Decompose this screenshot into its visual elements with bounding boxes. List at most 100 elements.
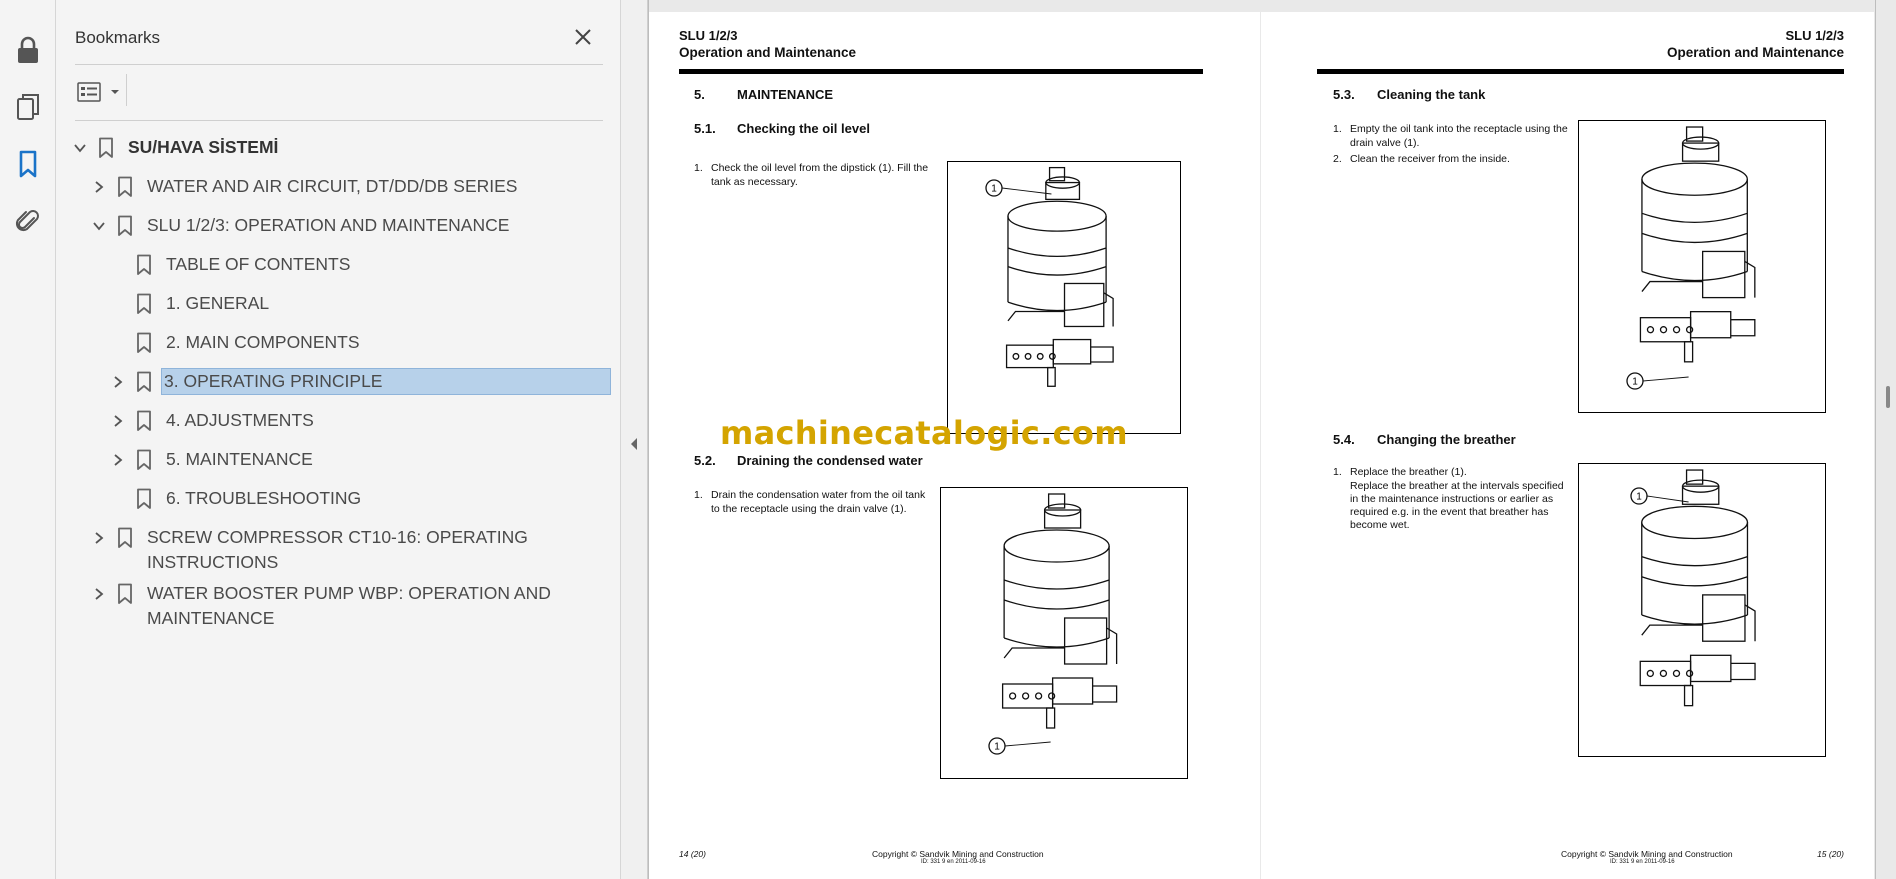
- close-icon[interactable]: [572, 26, 594, 48]
- subsection-title: Cleaning the tank: [1377, 87, 1486, 102]
- bookmark-label-line: 1. GENERAL: [166, 293, 270, 313]
- chevron-right-icon[interactable]: [108, 372, 128, 392]
- page-border: [1875, 0, 1876, 879]
- chevron-down-icon[interactable]: [70, 138, 90, 158]
- page-header-title: SLU 1/2/3: [1785, 28, 1844, 43]
- bookmark-label-line: WATER AND AIR CIRCUIT, DT/DD/DB SERIES: [147, 176, 518, 196]
- lock-icon[interactable]: [10, 32, 46, 68]
- chevron-placeholder: [108, 489, 128, 509]
- bookmark-icon: [136, 488, 152, 510]
- chevron-right-icon[interactable]: [108, 450, 128, 470]
- bookmark-label-line: TABLE OF CONTENTS: [166, 254, 351, 274]
- chevron-down-icon[interactable]: [89, 216, 109, 236]
- step-text: to the receptacle using the drain valve …: [711, 503, 907, 515]
- step-text: Replace the breather at the intervals sp…: [1350, 480, 1564, 492]
- bookmark-item[interactable]: 5. MAINTENANCE: [108, 443, 315, 477]
- bookmark-item[interactable]: 3. OPERATING PRINCIPLE: [108, 365, 611, 399]
- bookmark-label[interactable]: SU/HAVA SİSTEMİ: [126, 135, 280, 160]
- bookmark-item[interactable]: SU/HAVA SİSTEMİ: [70, 131, 280, 165]
- footer-copyright: Copyright © Sandvik Mining and Construct…: [872, 849, 1044, 859]
- pages-icon[interactable]: [10, 89, 46, 125]
- bookmark-label[interactable]: SLU 1/2/3: OPERATION AND MAINTENANCE: [145, 213, 511, 238]
- options-button[interactable]: [77, 80, 123, 104]
- options-list-icon: [77, 82, 101, 102]
- chevron-right-icon[interactable]: [89, 177, 109, 197]
- bookmark-label-line: SU/HAVA SİSTEMİ: [128, 137, 279, 157]
- callout-label: 1: [1632, 377, 1638, 388]
- bookmark-icon: [136, 293, 152, 315]
- scrollbar-thumb[interactable]: [1886, 386, 1890, 408]
- bookmark-item[interactable]: 6. TROUBLESHOOTING: [108, 482, 363, 516]
- bookmark-label-line: SCREW COMPRESSOR CT10-16: OPERATING: [147, 527, 528, 547]
- figure-cleaning-tank: 1: [1578, 120, 1826, 413]
- bookmark-item[interactable]: 2. MAIN COMPONENTS: [108, 326, 362, 360]
- bookmark-icon: [117, 215, 133, 237]
- step-text: become wet.: [1350, 519, 1410, 531]
- figure-oil-tank: 1: [947, 161, 1181, 434]
- bookmark-label[interactable]: 3. OPERATING PRINCIPLE: [161, 368, 611, 395]
- bookmark-icon[interactable]: [10, 146, 46, 182]
- step-number: 1.: [1333, 123, 1342, 135]
- step-text: in the maintenance instructions or earli…: [1350, 493, 1554, 505]
- bookmark-label-line: SLU 1/2/3: OPERATION AND MAINTENANCE: [147, 215, 510, 235]
- step-number: 1.: [694, 489, 703, 501]
- attachment-icon[interactable]: [10, 203, 46, 239]
- page-number: 14 (20): [679, 849, 706, 859]
- figure-breather: 1: [1578, 463, 1826, 757]
- panel-title: Bookmarks: [75, 28, 161, 47]
- chevron-placeholder: [108, 294, 128, 314]
- subsection-number: 5.3.: [1333, 87, 1355, 102]
- footer-id: ID: 331 9 en 2011-09-16: [1610, 859, 1675, 865]
- chevron-right-icon[interactable]: [89, 584, 109, 604]
- bookmark-label[interactable]: 5. MAINTENANCE: [164, 447, 315, 472]
- divider: [75, 64, 603, 65]
- bookmark-item[interactable]: WATER AND AIR CIRCUIT, DT/DD/DB SERIES: [89, 170, 519, 204]
- bookmark-label[interactable]: SCREW COMPRESSOR CT10-16: OPERATING INSTR…: [145, 525, 530, 575]
- chevron-right-icon[interactable]: [89, 528, 109, 548]
- figure-drain-valve: 1: [940, 487, 1188, 779]
- page-15: SLU 1/2/3 Operation and Maintenance 5.3.…: [1261, 12, 1874, 879]
- chevron-placeholder: [108, 255, 128, 275]
- panel-splitter[interactable]: [620, 0, 648, 879]
- page-header-subtitle: Operation and Maintenance: [1666, 45, 1844, 60]
- bookmark-item[interactable]: SCREW COMPRESSOR CT10-16: OPERATING INSTR…: [89, 521, 530, 572]
- collapse-panel-icon[interactable]: [628, 436, 640, 452]
- subsection-title: Draining the condensed water: [737, 453, 923, 468]
- watermark: machinecatalogic.com: [720, 414, 1128, 452]
- bookmark-item[interactable]: 1. GENERAL: [108, 287, 271, 321]
- bookmark-label-line: 3. OPERATING PRINCIPLE: [164, 371, 383, 391]
- section-number: 5.: [694, 87, 705, 102]
- step-text: required e.g. in the event that breather…: [1350, 506, 1549, 518]
- bookmark-icon: [136, 410, 152, 432]
- bookmark-item[interactable]: WATER BOOSTER PUMP WBP: OPERATION AND MAI…: [89, 577, 553, 628]
- bookmark-label-line: MAINTENANCE: [147, 608, 275, 628]
- chevron-placeholder: [108, 333, 128, 353]
- bookmark-label[interactable]: WATER BOOSTER PUMP WBP: OPERATION AND MAI…: [145, 581, 553, 631]
- step-text: Empty the oil tank into the receptacle u…: [1350, 123, 1568, 135]
- subsection-number: 5.1.: [694, 121, 716, 136]
- footer-id: ID: 331 9 en 2011-09-16: [921, 859, 986, 865]
- bookmark-label-line: 5. MAINTENANCE: [166, 449, 313, 469]
- bookmark-label[interactable]: 1. GENERAL: [164, 291, 271, 316]
- bookmark-icon: [136, 449, 152, 471]
- callout-label: 1: [991, 184, 997, 195]
- bookmark-label[interactable]: 6. TROUBLESHOOTING: [164, 486, 363, 511]
- bookmark-icon: [117, 527, 133, 549]
- callout-label: 1: [994, 742, 1000, 753]
- subsection-title: Checking the oil level: [737, 121, 870, 136]
- step-number: 1.: [1333, 466, 1342, 478]
- bookmark-label[interactable]: 4. ADJUSTMENTS: [164, 408, 316, 433]
- bookmark-label[interactable]: 2. MAIN COMPONENTS: [164, 330, 362, 355]
- callout-label: 1: [1636, 492, 1642, 503]
- chevron-down-icon: [111, 90, 119, 94]
- bookmark-icon: [117, 176, 133, 198]
- bookmark-item[interactable]: TABLE OF CONTENTS: [108, 248, 352, 282]
- bookmark-label[interactable]: TABLE OF CONTENTS: [164, 252, 352, 277]
- page-header-title: SLU 1/2/3: [679, 28, 738, 43]
- chevron-right-icon[interactable]: [108, 411, 128, 431]
- footer-copyright: Copyright © Sandvik Mining and Construct…: [1561, 849, 1733, 859]
- bookmark-item[interactable]: SLU 1/2/3: OPERATION AND MAINTENANCE: [89, 209, 511, 243]
- bookmark-label[interactable]: WATER AND AIR CIRCUIT, DT/DD/DB SERIES: [145, 174, 519, 199]
- subsection-title: Changing the breather: [1377, 432, 1516, 447]
- bookmark-item[interactable]: 4. ADJUSTMENTS: [108, 404, 316, 438]
